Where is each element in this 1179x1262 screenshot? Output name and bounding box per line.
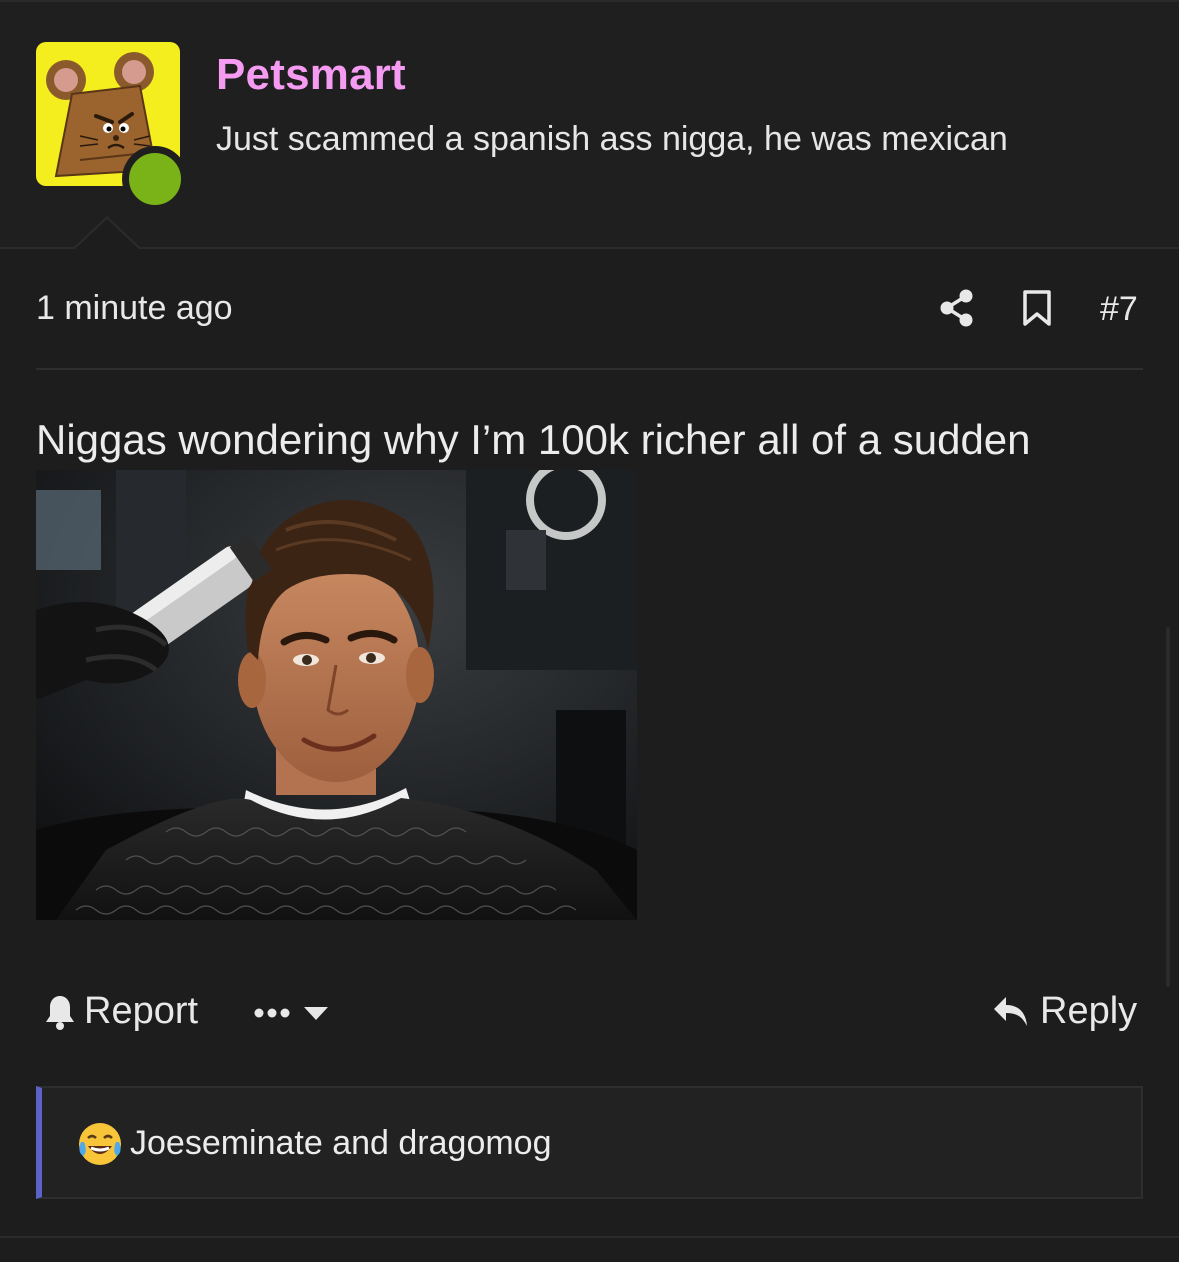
report-button[interactable]: Report <box>44 990 198 1033</box>
report-label: Report <box>84 990 199 1032</box>
reply-icon <box>994 996 1027 1026</box>
reply-button[interactable]: Reply <box>992 990 1137 1033</box>
bookmark-icon[interactable] <box>1022 289 1052 327</box>
joy-tears-emoji-icon <box>79 1123 121 1165</box>
header-caret-fill <box>75 219 139 249</box>
post-author-header: Petsmart Just scammed a spanish ass nigg… <box>0 2 1179 249</box>
post-timestamp[interactable]: 1 minute ago <box>36 289 233 328</box>
ellipsis-icon <box>254 1008 290 1018</box>
post-body-text: Niggas wondering why I’m 100k richer all… <box>36 416 1031 463</box>
bell-icon <box>46 995 74 1030</box>
scrollbar[interactable] <box>1166 627 1170 987</box>
post-bottom-divider <box>0 1236 1179 1238</box>
post-attached-image[interactable] <box>36 470 637 920</box>
post-number-link[interactable]: #7 <box>1100 290 1138 329</box>
more-options-button[interactable] <box>252 998 332 1028</box>
author-user-title: Just scammed a spanish ass nigga, he was… <box>216 120 1008 158</box>
post-container: Petsmart Just scammed a spanish ass nigg… <box>0 0 1179 1262</box>
chevron-down-icon <box>304 1007 328 1020</box>
author-avatar-wrap[interactable] <box>36 42 188 212</box>
barbershop-photo <box>36 470 637 920</box>
reaction-users-text[interactable]: Joeseminate and dragomog <box>130 1124 552 1163</box>
meta-divider <box>36 368 1143 370</box>
author-username[interactable]: Petsmart <box>216 50 406 100</box>
reactions-bar[interactable]: Joeseminate and dragomog <box>36 1086 1143 1199</box>
online-status-dot <box>122 146 188 212</box>
share-icon[interactable] <box>940 289 974 327</box>
reply-label: Reply <box>1040 990 1138 1032</box>
